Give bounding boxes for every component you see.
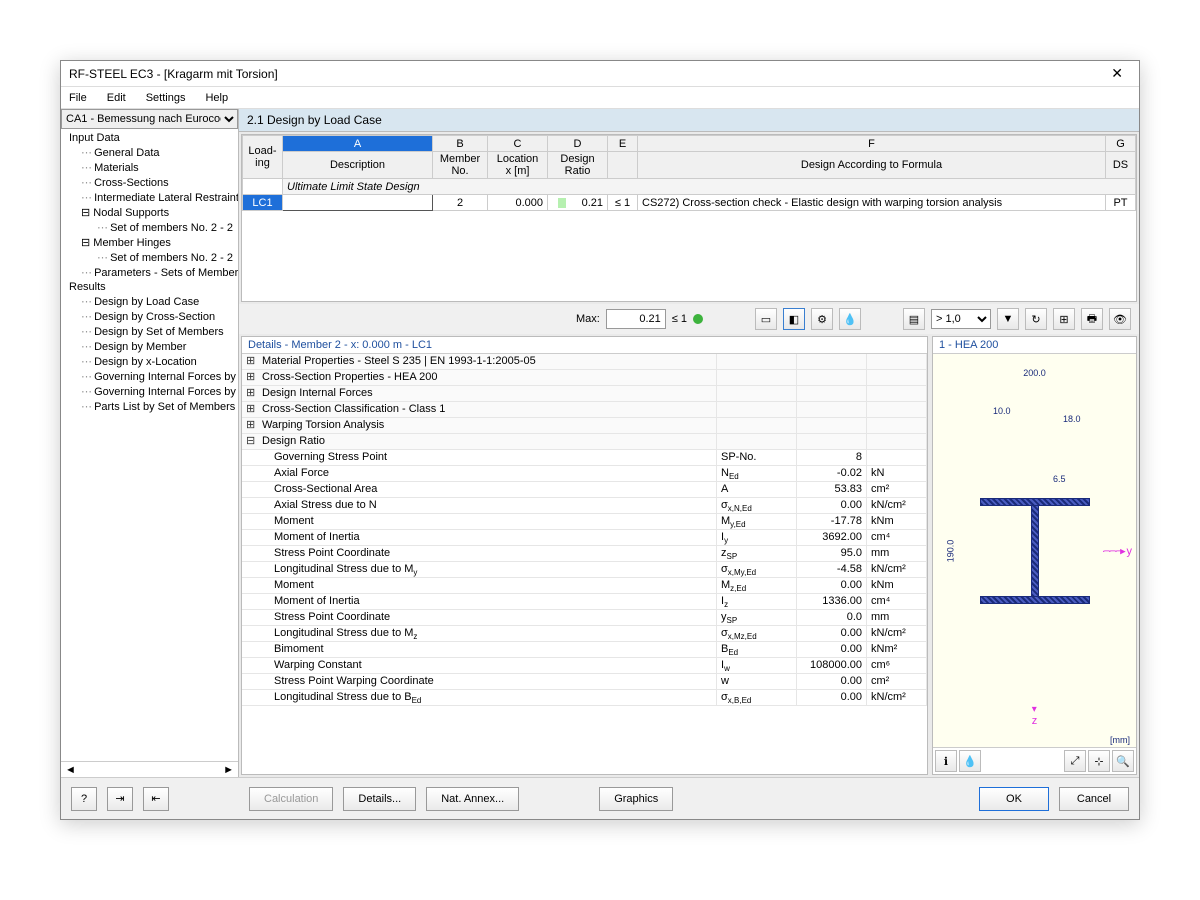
- menu-file[interactable]: File: [65, 92, 91, 104]
- group-row: Ultimate Limit State Design: [283, 179, 1136, 195]
- col-b[interactable]: B: [433, 136, 488, 152]
- tree-r4[interactable]: ⋯ Design by Member: [61, 339, 238, 354]
- menu-edit[interactable]: Edit: [103, 92, 130, 104]
- case-combo[interactable]: CA1 - Bemessung nach Eurococ: [61, 109, 238, 129]
- zoom-extents-icon[interactable]: 🔍: [1112, 750, 1134, 772]
- detail-row[interactable]: Axial Stress due to Nσx,N,Ed0.00kN/cm²: [242, 498, 927, 514]
- export-icon[interactable]: ⇤: [143, 787, 169, 811]
- detail-row[interactable]: Stress Point CoordinateySP0.0mm: [242, 610, 927, 626]
- detail-row[interactable]: Stress Point CoordinatezSP95.0mm: [242, 546, 927, 562]
- details-panel: Details - Member 2 - x: 0.000 m - LC1 ⊞M…: [241, 336, 928, 775]
- col-f[interactable]: F: [638, 136, 1106, 152]
- grid-toolbar: Max: ≤ 1 ▭ ◧ ⚙ 💧 ▤ > 1,0 ▼ ↻ ⊞ 🖶 👁: [239, 304, 1139, 334]
- col-d[interactable]: D: [548, 136, 608, 152]
- detail-row[interactable]: Warping ConstantIw108000.00cm⁶: [242, 658, 927, 674]
- col-a[interactable]: A: [283, 136, 433, 152]
- print-icon[interactable]: 🖶: [1081, 308, 1103, 330]
- tree-r8[interactable]: ⋯ Parts List by Set of Members: [61, 399, 238, 414]
- window-title: RF-STEEL EC3 - [Kragarm mit Torsion]: [69, 67, 1103, 81]
- tree-r1[interactable]: ⋯ Design by Load Case: [61, 294, 238, 309]
- tree-cross-sections[interactable]: ⋯ Cross-Sections: [61, 175, 238, 190]
- detail-row[interactable]: Cross-Sectional AreaA53.83cm²: [242, 482, 927, 498]
- details-title: Details - Member 2 - x: 0.000 m - LC1: [242, 337, 927, 354]
- tree-nodal-set[interactable]: ⋯ Set of members No. 2 - 2: [61, 220, 238, 235]
- view-icon[interactable]: 👁: [1109, 308, 1131, 330]
- calculation-button[interactable]: Calculation: [249, 787, 333, 811]
- tree-nodal-supports[interactable]: ⊟ Nodal Supports: [61, 205, 238, 220]
- detail-row[interactable]: Moment of InertiaIy3692.00cm⁴: [242, 530, 927, 546]
- section-toolbar: ℹ 💧 ⤢ ⊹ 🔍: [933, 747, 1136, 774]
- max-label: Max:: [576, 313, 600, 325]
- stress-points-icon[interactable]: 💧: [959, 750, 981, 772]
- detail-row[interactable]: Axial ForceNEd-0.02kN: [242, 466, 927, 482]
- ok-button[interactable]: OK: [979, 787, 1049, 811]
- nav-tree: Input Data ⋯ General Data ⋯ Materials ⋯ …: [61, 129, 238, 761]
- menu-help[interactable]: Help: [201, 92, 232, 104]
- results-grid[interactable]: Load-ing A B C D E F G Description Membe…: [241, 134, 1137, 302]
- main-area: 2.1 Design by Load Case Load-ing A B C D…: [239, 109, 1139, 777]
- color-scale-icon[interactable]: ◧: [783, 308, 805, 330]
- detail-row[interactable]: Longitudinal Stress due to Mzσx,Mz,Ed0.0…: [242, 626, 927, 642]
- close-icon[interactable]: ✕: [1103, 65, 1131, 82]
- refresh-icon[interactable]: ↻: [1025, 308, 1047, 330]
- main-window: RF-STEEL EC3 - [Kragarm mit Torsion] ✕ F…: [60, 60, 1140, 820]
- sidebar: CA1 - Bemessung nach Eurococ Input Data …: [61, 109, 239, 777]
- tree-general-data[interactable]: ⋯ General Data: [61, 145, 238, 160]
- section-title: 1 - HEA 200: [933, 337, 1136, 354]
- detail-row[interactable]: Longitudinal Stress due to BEdσx,B,Ed0.0…: [242, 690, 927, 706]
- tree-materials[interactable]: ⋯ Materials: [61, 160, 238, 175]
- titlebar[interactable]: RF-STEEL EC3 - [Kragarm mit Torsion] ✕: [61, 61, 1139, 87]
- export-excel-icon[interactable]: ⊞: [1053, 308, 1075, 330]
- col-e[interactable]: E: [608, 136, 638, 152]
- tree-parameters[interactable]: ⋯ Parameters - Sets of Members: [61, 265, 238, 280]
- nat-annex-button[interactable]: Nat. Annex...: [426, 787, 519, 811]
- tree-r2[interactable]: ⋯ Design by Cross-Section: [61, 309, 238, 324]
- tree-results[interactable]: Results: [61, 280, 238, 294]
- ratio-filter-icon[interactable]: ▤: [903, 308, 925, 330]
- info-icon[interactable]: ℹ: [935, 750, 957, 772]
- tree-r3[interactable]: ⋯ Design by Set of Members: [61, 324, 238, 339]
- sidebar-hscroll[interactable]: ◄►: [61, 761, 238, 777]
- section-panel: 1 - HEA 200 200.0 190.0 10.0 6.5 18.0 ·−…: [932, 336, 1137, 775]
- filter-toggle-icon[interactable]: ▼: [997, 308, 1019, 330]
- detail-row[interactable]: Moment of InertiaIz1336.00cm⁴: [242, 594, 927, 610]
- col-g[interactable]: G: [1106, 136, 1136, 152]
- detail-row[interactable]: Governing Stress PointSP-No.8: [242, 450, 927, 466]
- ratio-threshold-select[interactable]: > 1,0: [931, 309, 991, 329]
- cancel-button[interactable]: Cancel: [1059, 787, 1129, 811]
- detail-row[interactable]: MomentMz,Ed0.00kNm: [242, 578, 927, 594]
- detail-row[interactable]: Longitudinal Stress due to Myσx,My,Ed-4.…: [242, 562, 927, 578]
- ok-indicator-icon: [693, 314, 703, 324]
- max-value[interactable]: [606, 309, 666, 329]
- details-grid[interactable]: ⊞Material Properties - Steel S 235 | EN …: [242, 354, 927, 774]
- section-canvas[interactable]: 200.0 190.0 10.0 6.5 18.0 ·−·−·−▸ y ▾z […: [933, 354, 1136, 747]
- dimensions-icon[interactable]: ⊹: [1088, 750, 1110, 772]
- filter-rows-icon[interactable]: ▭: [755, 308, 777, 330]
- tree-input-data[interactable]: Input Data: [61, 131, 238, 145]
- col-c[interactable]: C: [488, 136, 548, 152]
- max-cond: ≤ 1: [672, 313, 687, 325]
- tree-r5[interactable]: ⋯ Design by x-Location: [61, 354, 238, 369]
- tree-r6[interactable]: ⋯ Governing Internal Forces by M: [61, 369, 238, 384]
- graphics-button[interactable]: Graphics: [599, 787, 673, 811]
- table-row[interactable]: LC1 2 0.000 0.21 ≤ 1 CS272) Cross-sectio…: [243, 195, 1136, 211]
- tree-r7[interactable]: ⋯ Governing Internal Forces by S: [61, 384, 238, 399]
- tree-ilr[interactable]: ⋯ Intermediate Lateral Restraints: [61, 190, 238, 205]
- footer: ? ⇥ ⇤ Calculation Details... Nat. Annex.…: [61, 777, 1139, 819]
- import-icon[interactable]: ⇥: [107, 787, 133, 811]
- tree-member-hinges[interactable]: ⊟ Member Hinges: [61, 235, 238, 250]
- menu-settings[interactable]: Settings: [142, 92, 190, 104]
- main-header: 2.1 Design by Load Case: [239, 109, 1139, 132]
- show-diagram-icon[interactable]: ⚙: [811, 308, 833, 330]
- tree-hinges-set[interactable]: ⋯ Set of members No. 2 - 2: [61, 250, 238, 265]
- axes-icon[interactable]: ⤢: [1064, 750, 1086, 772]
- help-icon[interactable]: ?: [71, 787, 97, 811]
- detail-row[interactable]: BimomentBEd0.00kNm²: [242, 642, 927, 658]
- menubar: File Edit Settings Help: [61, 87, 1139, 109]
- detail-row[interactable]: Stress Point Warping Coordinatew0.00cm²: [242, 674, 927, 690]
- detail-row[interactable]: MomentMy,Ed-17.78kNm: [242, 514, 927, 530]
- details-button[interactable]: Details...: [343, 787, 416, 811]
- drop-icon[interactable]: 💧: [839, 308, 861, 330]
